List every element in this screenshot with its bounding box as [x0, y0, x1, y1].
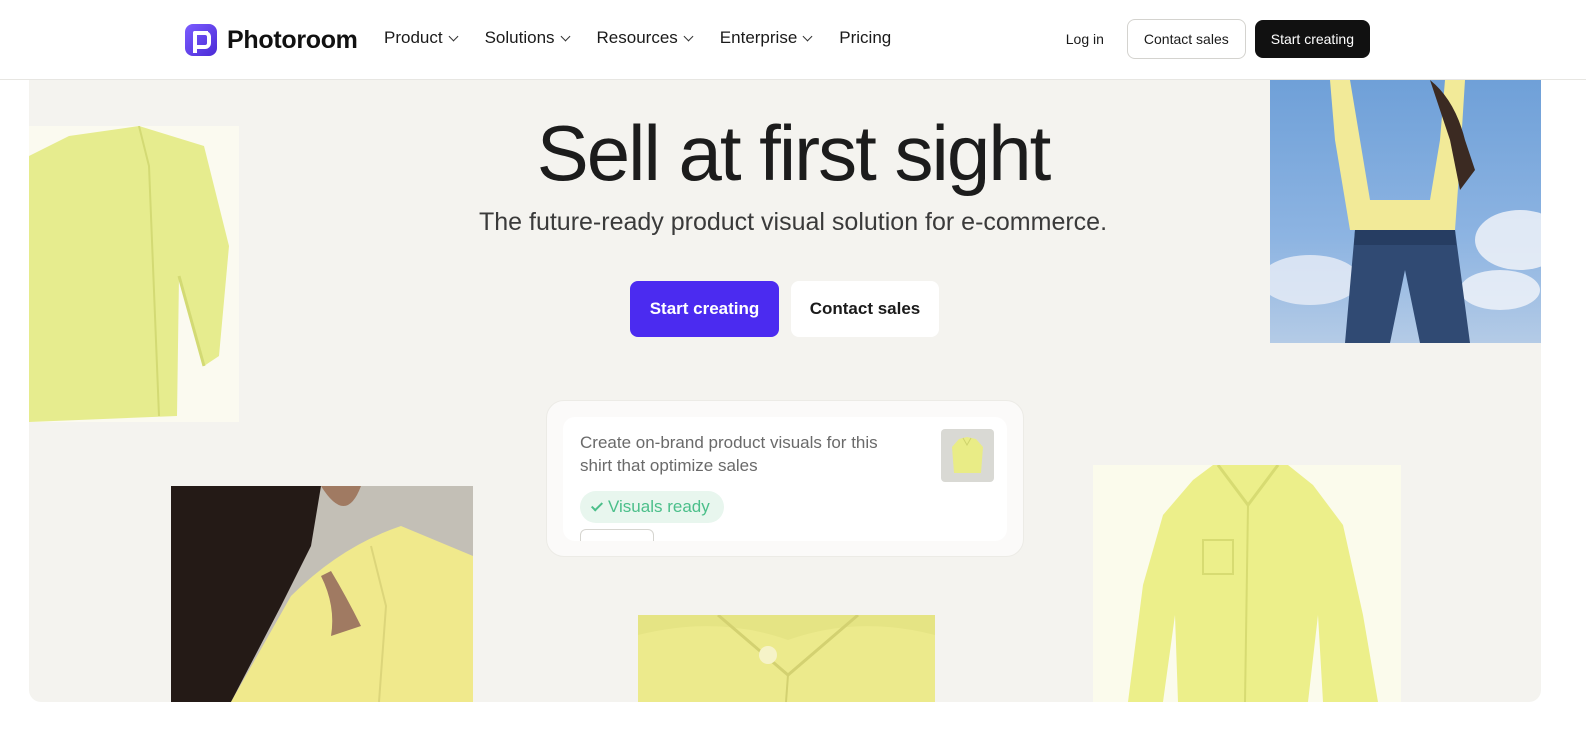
top-navbar: Photoroom Product Solutions Resources En…	[0, 0, 1586, 80]
contact-sales-button[interactable]: Contact sales	[791, 281, 939, 337]
nav-item-resources[interactable]: Resources	[596, 28, 694, 48]
chevron-down-icon	[560, 31, 570, 41]
nav-item-pricing[interactable]: Pricing	[839, 28, 891, 48]
shirt-thumbnail-image	[941, 429, 994, 482]
nav-item-product[interactable]: Product	[384, 28, 459, 48]
nav-item-label: Resources	[596, 28, 678, 47]
chevron-down-icon	[448, 31, 459, 41]
nav-item-label: Pricing	[839, 28, 892, 47]
nav-item-label: Enterprise	[719, 28, 798, 47]
ai-prompt-card: Create on-brand product visuals for this…	[546, 400, 1024, 557]
check-icon	[590, 498, 604, 512]
status-label: Visuals ready	[608, 497, 710, 516]
visuals-ready-badge: Visuals ready	[580, 491, 724, 523]
nav-actions: Log in Contact sales Start creating	[1052, 19, 1370, 59]
nav-item-enterprise[interactable]: Enterprise	[719, 28, 813, 48]
hero-subheadline: The future-ready product visual solution…	[478, 208, 1108, 236]
login-link[interactable]: Log in	[1052, 20, 1118, 58]
chevron-down-icon	[683, 31, 694, 41]
shirt-product-image-right	[1093, 465, 1401, 702]
photoroom-logo-icon	[185, 24, 217, 56]
collar-detail-image	[638, 615, 935, 702]
chevron-down-icon	[802, 31, 813, 41]
prompt-text: Create on-brand product visuals for this…	[580, 433, 878, 475]
nav-item-label: Product	[384, 28, 443, 47]
model-portrait-image	[171, 486, 473, 702]
prompt-card-inner: Create on-brand product visuals for this…	[563, 417, 1007, 541]
brand-name: Photoroom	[227, 25, 358, 54]
nav-links: Product Solutions Resources Enterprise P…	[384, 28, 891, 48]
hero-headline: Sell at first sight	[536, 109, 1052, 197]
brand-logo[interactable]: Photoroom	[185, 24, 358, 56]
start-creating-nav-button[interactable]: Start creating	[1254, 20, 1370, 58]
nav-item-solutions[interactable]: Solutions	[484, 28, 570, 48]
nav-item-label: Solutions	[484, 28, 555, 47]
start-creating-button[interactable]: Start creating	[630, 281, 779, 337]
contact-sales-nav-button[interactable]: Contact sales	[1126, 19, 1246, 59]
card-action-button[interactable]	[580, 529, 654, 541]
hero-cta-group: Start creating Contact sales	[630, 281, 939, 337]
